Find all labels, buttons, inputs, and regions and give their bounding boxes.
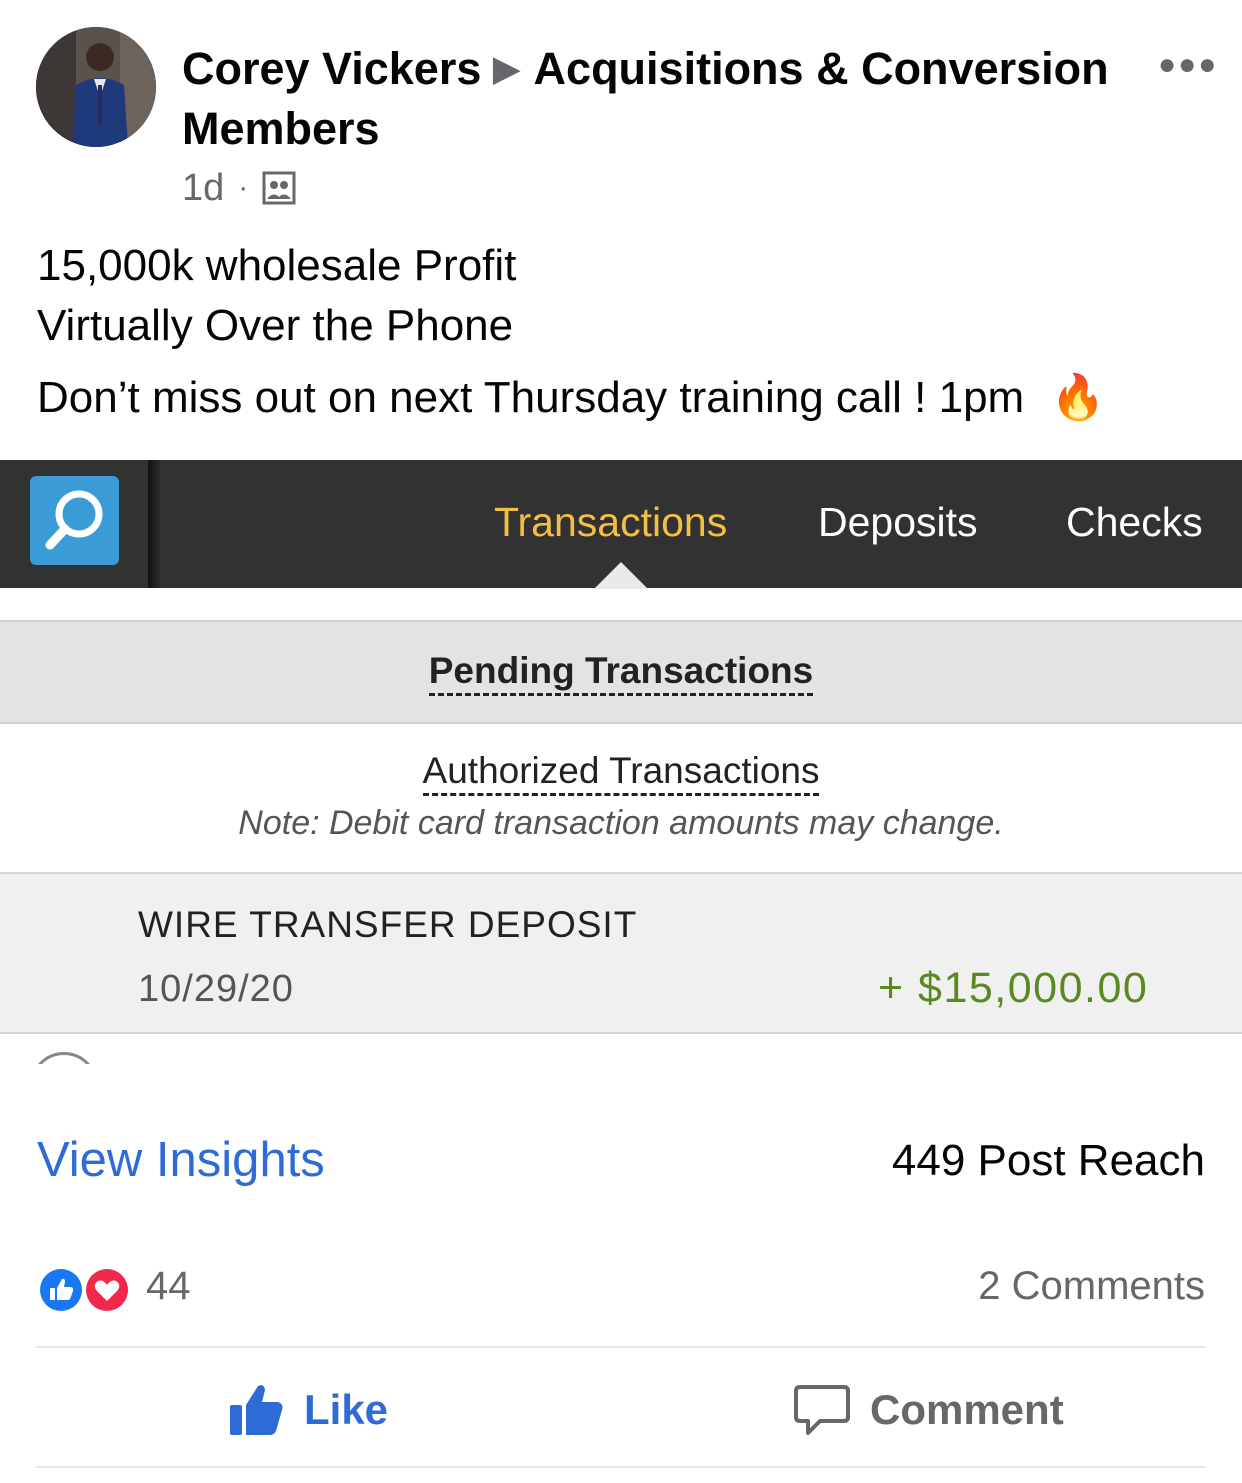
comments-count[interactable]: 2 Comments [978, 1264, 1205, 1309]
like-icon [38, 1267, 84, 1313]
group-name[interactable]: Acquisitions & Conversion [534, 43, 1109, 94]
post-text-line-3: Don’t miss out on next Thursday training… [37, 372, 1105, 424]
active-tab-caret [594, 562, 648, 589]
post-text-line-1: 15,000k wholesale Profit [37, 241, 517, 290]
author-avatar[interactable] [36, 27, 156, 147]
view-insights-link[interactable]: View Insights [37, 1132, 325, 1188]
authorized-transactions-label: Authorized Transactions [422, 750, 820, 796]
search-icon [30, 476, 119, 565]
post-image-bank-screenshot[interactable]: Transactions Deposits Checks Pending Tra… [0, 460, 1242, 1064]
love-icon [84, 1267, 130, 1313]
post-header-line: Corey Vickers ▶ Acquisitions & Conversion [182, 40, 1109, 98]
pending-transactions-label: Pending Transactions [428, 650, 814, 696]
post-text-line-3-text: Don’t miss out on next Thursday training… [37, 373, 1025, 422]
transaction-description: WIRE TRANSFER DEPOSIT [138, 904, 638, 945]
comment-button[interactable]: Comment [794, 1378, 1064, 1442]
like-button[interactable]: Like [228, 1378, 388, 1442]
post-text-line-2: Virtually Over the Phone [37, 301, 514, 350]
partial-row-icon [30, 1052, 98, 1064]
nav-separator [148, 460, 162, 588]
comment-bubble-icon [794, 1385, 850, 1435]
transaction-date: 10/29/20 [138, 968, 294, 1010]
transaction-amount: + $15,000.00 [878, 964, 1149, 1012]
avatar-photo [36, 27, 156, 147]
group-members-icon [262, 171, 296, 205]
tab-checks: Checks [1066, 499, 1203, 545]
more-options-icon[interactable]: ●●● [1158, 48, 1218, 82]
arrow-right-icon: ▶ [493, 50, 520, 88]
like-label: Like [304, 1386, 389, 1433]
thumbs-up-icon [230, 1385, 283, 1435]
group-name-continued[interactable]: Members [182, 100, 380, 158]
fire-icon: 🔥 [1050, 373, 1106, 422]
bank-nav-bar: Transactions Deposits Checks [0, 460, 1242, 589]
comment-label: Comment [870, 1386, 1064, 1433]
post-meta: 1d · [182, 166, 296, 210]
pending-transactions-heading: Pending Transactions [0, 650, 1242, 696]
post-time[interactable]: 1d [182, 166, 224, 210]
divider-top [36, 1346, 1206, 1348]
tab-deposits: Deposits [818, 499, 978, 545]
authorized-transactions-heading: Authorized Transactions [0, 750, 1242, 796]
meta-separator: · [238, 171, 249, 204]
reaction-icons[interactable] [37, 1266, 137, 1314]
debit-note: Note: Debit card transaction amounts may… [238, 804, 1004, 842]
tab-transactions: Transactions [494, 499, 728, 545]
author-name[interactable]: Corey Vickers [182, 43, 481, 94]
divider-bottom [36, 1466, 1206, 1468]
reaction-count[interactable]: 44 [146, 1264, 191, 1309]
post-reach: 449 Post Reach [891, 1136, 1205, 1185]
